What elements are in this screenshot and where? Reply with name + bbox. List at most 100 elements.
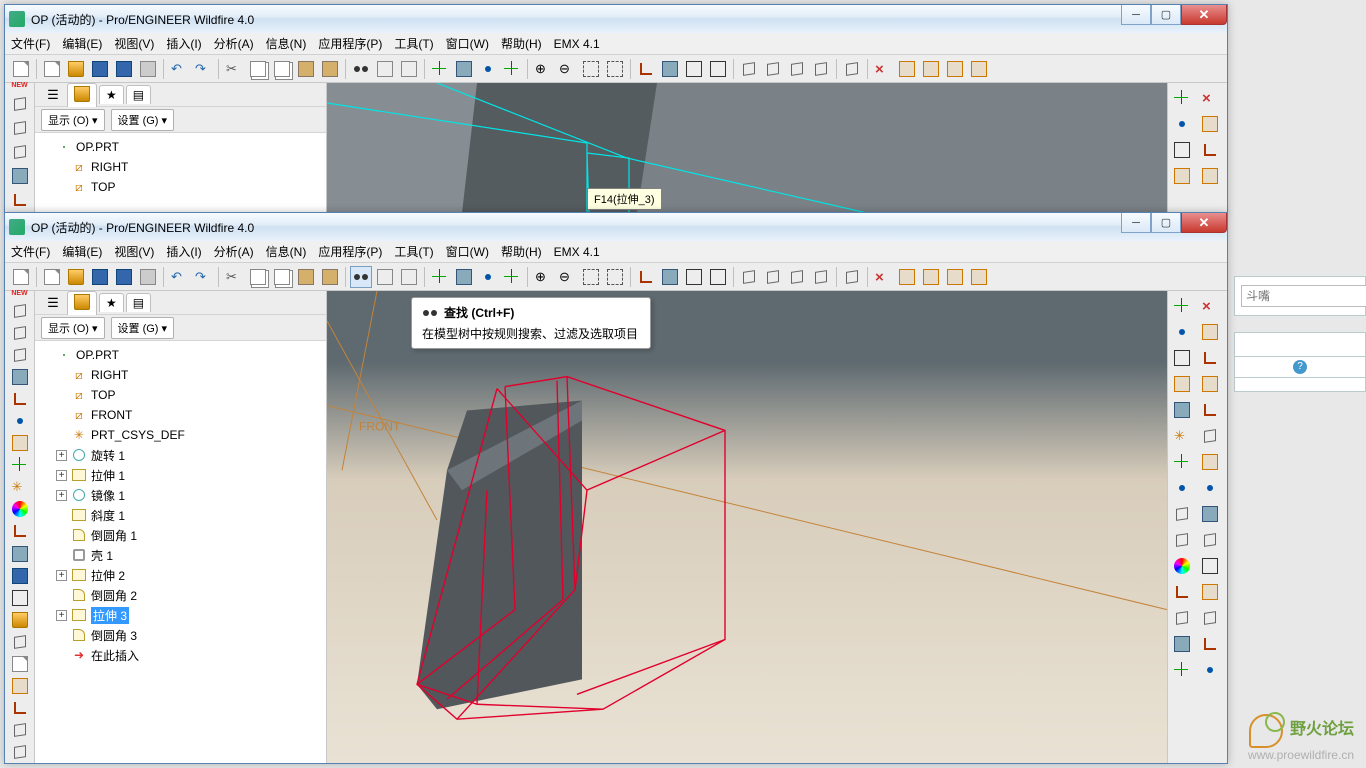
feature-tool[interactable] xyxy=(9,720,31,740)
print-button[interactable] xyxy=(137,58,159,80)
datum-tool[interactable] xyxy=(1197,580,1223,604)
feature-tool[interactable] xyxy=(9,345,31,365)
datum-tool[interactable] xyxy=(1169,346,1195,370)
menu-item[interactable]: 信息(N) xyxy=(266,35,307,52)
feature-tool[interactable] xyxy=(9,389,31,409)
tree-item[interactable]: ⧄TOP xyxy=(35,385,326,405)
wire-button[interactable] xyxy=(683,266,705,288)
wire-button[interactable] xyxy=(707,58,729,80)
menu-item[interactable]: 插入(I) xyxy=(166,35,201,52)
feature-tool[interactable] xyxy=(9,544,31,564)
newfile-button[interactable] xyxy=(10,58,32,80)
menu-item[interactable]: 编辑(E) xyxy=(62,243,102,260)
menu-item[interactable]: 窗口(W) xyxy=(446,35,489,52)
plane-button[interactable] xyxy=(896,266,918,288)
datum-tool[interactable] xyxy=(1169,450,1195,474)
datum-tool[interactable] xyxy=(1197,632,1223,656)
datum-tool[interactable] xyxy=(1169,658,1195,682)
datum-tool[interactable] xyxy=(1169,528,1195,552)
menu-item[interactable]: 分析(A) xyxy=(214,35,254,52)
paste-button[interactable] xyxy=(319,58,341,80)
menu-item[interactable]: 窗口(W) xyxy=(446,243,489,260)
plane-button[interactable] xyxy=(920,266,942,288)
tree-item[interactable]: +拉伸 1 xyxy=(35,465,326,485)
feature-tool[interactable] xyxy=(9,588,31,608)
copy-button[interactable] xyxy=(247,266,269,288)
datum-tool[interactable] xyxy=(1197,164,1223,188)
tree-item[interactable]: 壳 1 xyxy=(35,545,326,565)
zoom-fit-button[interactable] xyxy=(604,58,626,80)
menu-item[interactable]: 帮助(H) xyxy=(501,243,542,260)
datum-tool[interactable] xyxy=(1197,86,1223,110)
minimize-button[interactable]: ─ xyxy=(1121,5,1151,25)
zoom-out-button[interactable] xyxy=(556,58,578,80)
save-button[interactable] xyxy=(89,266,111,288)
cube-button[interactable] xyxy=(786,58,808,80)
menu-item[interactable]: 编辑(E) xyxy=(62,35,102,52)
feature-tool[interactable] xyxy=(9,367,31,387)
feature-tool[interactable] xyxy=(9,323,31,343)
titlebar[interactable]: OP (活动的) - Pro/ENGINEER Wildfire 4.0 ─ ▢… xyxy=(5,5,1227,33)
menu-item[interactable]: 视图(V) xyxy=(114,35,154,52)
zoom-fit-button[interactable] xyxy=(580,58,602,80)
paste-button[interactable] xyxy=(295,58,317,80)
plane-button[interactable] xyxy=(896,58,918,80)
dot-button[interactable] xyxy=(477,58,499,80)
feature-tool[interactable] xyxy=(9,477,31,497)
close-button[interactable]: ✕ xyxy=(1181,213,1227,233)
plane-button[interactable] xyxy=(944,266,966,288)
feature-tool[interactable] xyxy=(9,301,31,321)
feature-tool[interactable] xyxy=(9,93,31,115)
dot-button[interactable] xyxy=(477,266,499,288)
feature-tool[interactable] xyxy=(9,141,31,163)
feature-tool[interactable] xyxy=(9,455,31,475)
plane-button[interactable] xyxy=(968,266,990,288)
datum-tool[interactable] xyxy=(1197,476,1223,500)
binoc-button[interactable] xyxy=(350,58,372,80)
menu-item[interactable]: EMX 4.1 xyxy=(554,37,600,51)
feature-tool[interactable] xyxy=(9,654,31,674)
axes-button[interactable] xyxy=(501,266,523,288)
bg-search-input[interactable] xyxy=(1241,285,1366,307)
tree-tab-folders[interactable] xyxy=(67,83,97,107)
tree-item[interactable]: +旋转 1 xyxy=(35,445,326,465)
shade-button[interactable] xyxy=(659,58,681,80)
datum-tool[interactable] xyxy=(1197,372,1223,396)
close-button[interactable] xyxy=(872,266,894,288)
selbox-button[interactable] xyxy=(374,58,396,80)
tree-layout-icon[interactable]: ☰ xyxy=(40,293,66,313)
cube-button[interactable] xyxy=(738,266,760,288)
shade-button[interactable] xyxy=(659,266,681,288)
tree-item[interactable]: ⧄RIGHT xyxy=(35,365,326,385)
cube-button[interactable] xyxy=(762,58,784,80)
tree-tab-layers[interactable]: ▤ xyxy=(126,85,151,104)
datum-tool[interactable] xyxy=(1169,476,1195,500)
datum-tool[interactable] xyxy=(1197,450,1223,474)
cut-button[interactable] xyxy=(223,266,245,288)
open-button[interactable] xyxy=(65,266,87,288)
datum-tool[interactable] xyxy=(1197,294,1223,318)
feature-tool[interactable] xyxy=(9,499,31,519)
wire-button[interactable] xyxy=(707,266,729,288)
tree-layout-icon[interactable]: ☰ xyxy=(40,85,66,105)
newfile-button[interactable] xyxy=(41,266,63,288)
datum-tool[interactable] xyxy=(1169,606,1195,630)
feature-tool[interactable] xyxy=(9,566,31,586)
plane-button[interactable] xyxy=(920,58,942,80)
selbox-button[interactable] xyxy=(374,266,396,288)
plane-button[interactable] xyxy=(968,58,990,80)
feature-tool[interactable] xyxy=(9,165,31,187)
model-tree[interactable]: OP.PRT⧄RIGHT⧄TOP xyxy=(35,133,326,213)
redo-button[interactable] xyxy=(192,58,214,80)
graphics-viewport[interactable]: FRONT xyxy=(327,291,1167,763)
expand-toggle[interactable]: + xyxy=(56,490,67,501)
datum-tool[interactable] xyxy=(1197,528,1223,552)
datum-tool[interactable] xyxy=(1169,320,1195,344)
copy-button[interactable] xyxy=(271,266,293,288)
menu-item[interactable]: 文件(F) xyxy=(11,35,50,52)
datum-tool[interactable] xyxy=(1197,346,1223,370)
feature-tool[interactable] xyxy=(9,698,31,718)
tree-show-dropdown[interactable]: 显示 (O) ▾ xyxy=(41,317,105,339)
tree-item[interactable]: ⧄FRONT xyxy=(35,405,326,425)
binoc-button[interactable] xyxy=(350,266,372,288)
